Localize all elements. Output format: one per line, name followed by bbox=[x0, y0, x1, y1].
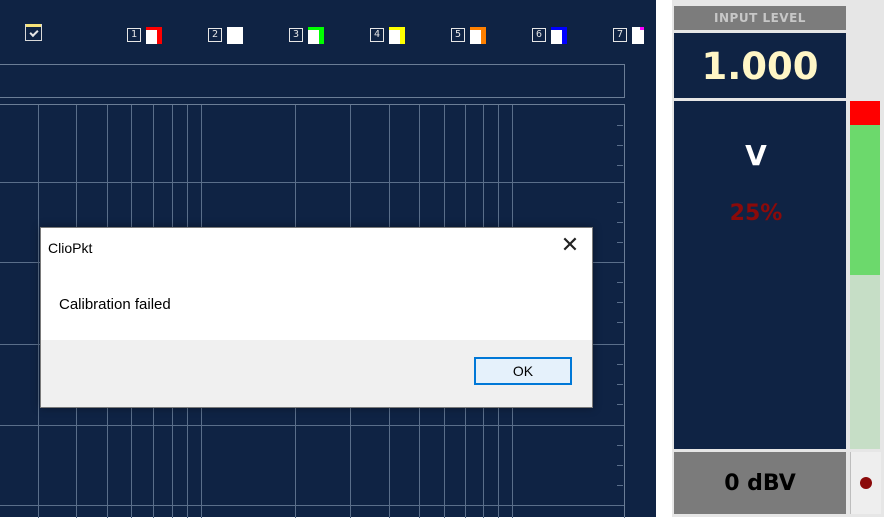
meter-overload-segment bbox=[850, 101, 880, 125]
channel-2-number[interactable]: 2 bbox=[208, 28, 222, 42]
channel-3-number[interactable]: 3 bbox=[289, 28, 303, 42]
channel-1-swatch[interactable] bbox=[146, 27, 162, 44]
channel-4-number[interactable]: 4 bbox=[370, 28, 384, 42]
meter-background bbox=[850, 275, 880, 449]
message-dialog: ClioPkt ✕ Calibration failed OK bbox=[40, 227, 593, 408]
channel-4-swatch[interactable] bbox=[389, 27, 405, 44]
channel-1-number[interactable]: 1 bbox=[127, 28, 141, 42]
panel-separator bbox=[656, 0, 672, 517]
channel-7-swatch[interactable] bbox=[632, 27, 644, 44]
channel-toolbar: 1 2 3 4 5 6 7 bbox=[0, 0, 656, 56]
unit-label: V bbox=[745, 139, 767, 172]
input-level-title: INPUT LEVEL bbox=[674, 6, 846, 30]
input-level-panel: INPUT LEVEL 1.000 V 25% 0 dBV bbox=[672, 0, 884, 517]
dialog-message: Calibration failed bbox=[59, 296, 171, 313]
channel-5-swatch[interactable] bbox=[470, 27, 486, 44]
unit-display: V 25% bbox=[674, 101, 846, 449]
ok-button[interactable]: OK bbox=[474, 357, 572, 385]
channel-2-swatch[interactable] bbox=[227, 27, 243, 44]
input-level-value: 1.000 bbox=[674, 33, 846, 98]
checkbox-toggle-icon[interactable] bbox=[25, 24, 42, 41]
level-meter bbox=[850, 101, 880, 449]
channel-3-swatch[interactable] bbox=[308, 27, 324, 44]
range-selector[interactable]: 0 dBV bbox=[674, 452, 846, 514]
channel-6-swatch[interactable] bbox=[551, 27, 567, 44]
record-button[interactable] bbox=[850, 452, 881, 514]
percent-label: 25% bbox=[729, 201, 783, 226]
meter-fill bbox=[850, 125, 880, 275]
dialog-footer: OK bbox=[41, 340, 592, 407]
channel-6-number[interactable]: 6 bbox=[532, 28, 546, 42]
channel-7-number[interactable]: 7 bbox=[613, 28, 627, 42]
graph-header-strip bbox=[0, 64, 625, 98]
channel-5-number[interactable]: 5 bbox=[451, 28, 465, 42]
close-icon[interactable]: ✕ bbox=[549, 228, 591, 264]
dialog-title: ClioPkt bbox=[48, 240, 93, 256]
record-dot-icon bbox=[860, 477, 872, 489]
